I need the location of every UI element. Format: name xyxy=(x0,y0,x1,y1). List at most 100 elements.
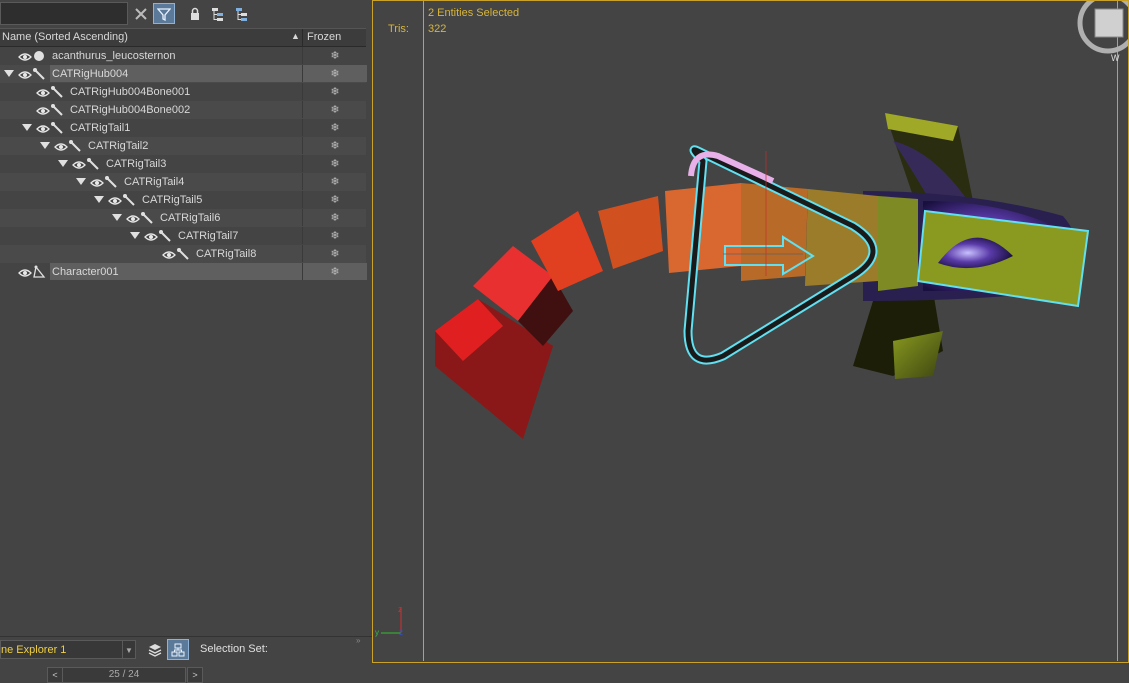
tree-row[interactable]: CATRigTail4 ❄ xyxy=(0,173,366,191)
bone-icon xyxy=(140,210,154,224)
time-slider: < 25 / 24 > xyxy=(0,664,372,683)
svg-text:z: z xyxy=(399,628,403,637)
scene-explorer-panel: Name (Sorted Ascending) ▲ Frozen acanthu… xyxy=(0,0,372,683)
bone-icon xyxy=(32,66,46,80)
visibility-eye-icon[interactable] xyxy=(36,104,50,115)
character-icon xyxy=(32,264,46,278)
bone-icon xyxy=(176,246,190,260)
tree-row[interactable]: CATRigTail1 ❄ xyxy=(0,119,366,137)
bone-icon xyxy=(122,192,136,206)
expand-arrow-icon[interactable] xyxy=(58,160,68,167)
bone-icon xyxy=(50,102,64,116)
hierarchy-view-icon[interactable] xyxy=(167,639,189,660)
visibility-eye-icon[interactable] xyxy=(144,230,158,241)
frozen-toggle-icon[interactable]: ❄ xyxy=(302,245,367,262)
tree-row-label: CATRigTail7 xyxy=(178,230,239,242)
tree-row-label: Character001 xyxy=(50,263,302,280)
tree-row[interactable]: CATRigHub004 ❄ xyxy=(0,65,367,83)
sort-ascending-icon: ▲ xyxy=(291,31,300,41)
frozen-toggle-icon[interactable]: ❄ xyxy=(302,137,367,154)
tree-row-label: CATRigHub004Bone002 xyxy=(70,104,191,116)
frozen-toggle-icon[interactable]: ❄ xyxy=(302,83,367,100)
bone-icon xyxy=(104,174,118,188)
bone-icon xyxy=(158,228,172,242)
tree-row[interactable]: CATRigTail8 ❄ xyxy=(0,245,366,263)
frozen-toggle-icon[interactable]: ❄ xyxy=(302,173,367,190)
visibility-eye-icon[interactable] xyxy=(36,122,50,133)
tree-row-label: CATRigTail1 xyxy=(70,122,131,134)
explorer-toolbar xyxy=(0,0,372,27)
visibility-eye-icon[interactable] xyxy=(108,194,122,205)
lock-icon[interactable] xyxy=(184,3,206,24)
frozen-toggle-icon[interactable]: ❄ xyxy=(302,191,367,208)
selection-set-label: Selection Set: xyxy=(200,643,268,655)
search-input[interactable] xyxy=(0,2,128,25)
visibility-eye-icon[interactable] xyxy=(162,248,176,259)
tree-row[interactable]: Character001 ❄ xyxy=(0,263,367,281)
visibility-eye-icon[interactable] xyxy=(18,50,32,61)
tree-row-label: CATRigTail6 xyxy=(160,212,221,224)
close-icon[interactable] xyxy=(130,3,152,24)
scene-render: z y z W xyxy=(375,1,1128,637)
tree-row-label: CATRigHub004Bone001 xyxy=(70,86,191,98)
tree-row-label: CATRigTail3 xyxy=(106,158,167,170)
filter-icon[interactable] xyxy=(153,3,175,24)
frozen-toggle-icon[interactable]: ❄ xyxy=(302,47,367,64)
sphere-icon xyxy=(32,48,46,62)
tree-row[interactable]: CATRigHub004Bone002 ❄ xyxy=(0,101,366,119)
layers-icon[interactable] xyxy=(144,639,166,660)
frozen-toggle-icon[interactable]: ❄ xyxy=(302,263,367,280)
frozen-toggle-icon[interactable]: ❄ xyxy=(302,119,367,136)
expand-arrow-icon[interactable] xyxy=(76,178,86,185)
visibility-eye-icon[interactable] xyxy=(18,68,32,79)
expand-arrow-icon[interactable] xyxy=(94,196,104,203)
tree-row-label: CATRigTail4 xyxy=(124,176,185,188)
visibility-eye-icon[interactable] xyxy=(18,266,32,277)
hierarchy-alt-icon[interactable] xyxy=(231,3,253,24)
frozen-column-header[interactable]: Frozen xyxy=(302,29,366,46)
viewcube-compass-label: W xyxy=(1111,53,1120,63)
svg-text:y: y xyxy=(375,628,379,637)
explorer-name: ne Explorer 1 xyxy=(1,644,67,656)
frozen-toggle-icon[interactable]: ❄ xyxy=(302,227,367,244)
tree-row-label: CATRigTail2 xyxy=(88,140,149,152)
tree-row[interactable]: CATRigTail3 ❄ xyxy=(0,155,366,173)
bone-icon xyxy=(68,138,82,152)
viewcube[interactable]: W xyxy=(1077,1,1128,63)
expand-arrow-icon[interactable] xyxy=(130,232,140,239)
svg-text:z: z xyxy=(398,605,402,614)
expand-arrow-icon[interactable] xyxy=(112,214,122,221)
hierarchy-icon[interactable] xyxy=(207,3,229,24)
explorer-selector[interactable]: ne Explorer 1 ▼ xyxy=(0,640,136,659)
frozen-toggle-icon[interactable]: ❄ xyxy=(302,65,367,82)
bone-icon xyxy=(86,156,100,170)
name-column-header[interactable]: Name (Sorted Ascending) xyxy=(2,31,128,43)
tree-row[interactable]: CATRigHub004Bone001 ❄ xyxy=(0,83,366,101)
frozen-toggle-icon[interactable]: ❄ xyxy=(302,155,367,172)
visibility-eye-icon[interactable] xyxy=(54,140,68,151)
bone-icon xyxy=(50,120,64,134)
visibility-eye-icon[interactable] xyxy=(126,212,140,223)
axis-tripod: z y z xyxy=(375,605,403,637)
tree-row[interactable]: CATRigTail6 ❄ xyxy=(0,209,366,227)
explorer-bottom-bar: ne Explorer 1 ▼ Selection Set: xyxy=(0,636,372,663)
expand-arrow-icon[interactable] xyxy=(4,70,14,77)
collapse-glyph[interactable]: » xyxy=(356,636,360,645)
perspective-viewport[interactable]: 2 Entities Selected Tris: 322 z y z W xyxy=(372,0,1129,663)
bone-icon xyxy=(50,84,64,98)
visibility-eye-icon[interactable] xyxy=(90,176,104,187)
tree-row-label: CATRigTail8 xyxy=(196,248,257,260)
tree-row[interactable]: CATRigTail5 ❄ xyxy=(0,191,366,209)
visibility-eye-icon[interactable] xyxy=(72,158,86,169)
column-header: Name (Sorted Ascending) ▲ Frozen xyxy=(0,28,366,47)
expand-arrow-icon[interactable] xyxy=(22,124,32,131)
visibility-eye-icon[interactable] xyxy=(36,86,50,97)
tree-row-label: CATRigHub004 xyxy=(50,65,302,82)
tree-row[interactable]: acanthurus_leucosternon ❄ xyxy=(0,47,366,65)
frozen-toggle-icon[interactable]: ❄ xyxy=(302,209,367,226)
chevron-down-icon[interactable]: ▼ xyxy=(122,641,135,658)
expand-arrow-icon[interactable] xyxy=(40,142,50,149)
tree-row[interactable]: CATRigTail2 ❄ xyxy=(0,137,366,155)
frozen-toggle-icon[interactable]: ❄ xyxy=(302,101,367,118)
tree-row[interactable]: CATRigTail7 ❄ xyxy=(0,227,366,245)
